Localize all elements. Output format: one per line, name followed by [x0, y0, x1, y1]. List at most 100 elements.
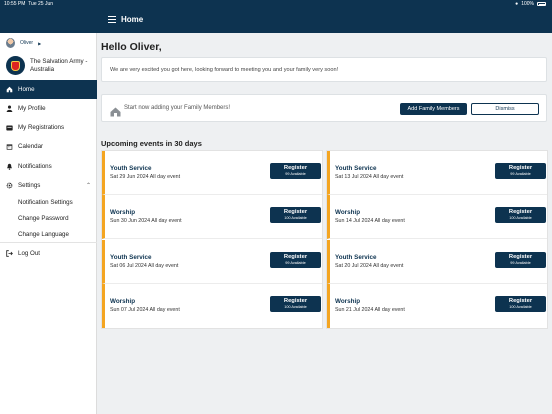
event-title: Worship	[110, 209, 136, 216]
organization: The Salvation Army - Australia	[6, 56, 87, 75]
sidebar-item-settings[interactable]: Settings ⌃	[0, 176, 97, 195]
sidebar-item-label: My Profile	[18, 105, 46, 112]
event-title: Youth Service	[110, 254, 152, 261]
logout-icon	[0, 250, 18, 257]
register-label: Register	[283, 254, 308, 260]
wifi-icon: ●	[515, 1, 519, 7]
org-name-line1: The Salvation Army -	[30, 57, 88, 65]
calendar-icon	[0, 143, 18, 150]
sidebar-item-my-registrations[interactable]: My Registrations	[0, 118, 97, 137]
upcoming-events-heading: Upcoming events in 30 days	[101, 139, 202, 148]
sidebar-item-notifications[interactable]: Notifications	[0, 157, 97, 176]
event-card[interactable]: Worship Sun 30 Jun 2024 All day event Re…	[102, 195, 322, 239]
event-date: Sat 13 Jul 2024 All day event	[335, 174, 404, 180]
register-button[interactable]: Register 99 Available	[495, 163, 546, 179]
event-date: Sun 14 Jul 2024 All day event	[335, 218, 405, 224]
chevron-up-icon: ⌃	[85, 183, 91, 189]
register-label: Register	[283, 209, 308, 215]
event-card[interactable]: Youth Service Sat 06 Jul 2024 All day ev…	[102, 240, 322, 284]
availability: 100 Available	[284, 304, 307, 309]
user-name: Oliver	[20, 40, 34, 46]
salvation-army-logo	[6, 56, 25, 75]
menu-icon[interactable]	[108, 16, 116, 23]
register-label: Register	[508, 165, 533, 171]
sidebar-item-label: Notifications	[18, 163, 52, 170]
event-card[interactable]: Worship Sun 07 Jul 2024 All day event Re…	[102, 284, 322, 328]
event-card[interactable]: Youth Service Sat 29 Jun 2024 All day ev…	[102, 151, 322, 195]
availability: 100 Available	[509, 304, 532, 309]
user-menu[interactable]: Oliver ▶	[6, 38, 41, 48]
sidebar: Oliver ▶ The Salvation Army - Australia …	[0, 33, 97, 414]
sidebar-divider	[0, 242, 97, 243]
family-members-banner: Start now adding your Family Members! Ad…	[101, 94, 547, 122]
register-button[interactable]: Register 100 Available	[495, 296, 546, 312]
battery-icon	[537, 2, 546, 6]
register-button[interactable]: Register 99 Available	[495, 252, 546, 268]
register-label: Register	[508, 209, 533, 215]
status-time: 10:55 PM Tue 25 Jun	[4, 1, 54, 7]
event-date: Sat 29 Jun 2024 All day event	[110, 174, 181, 180]
gear-icon	[0, 182, 18, 189]
sidebar-item-label: Log Out	[18, 250, 41, 257]
sidebar-item-calendar[interactable]: Calendar	[0, 137, 97, 156]
sidebar-item-label: My Registrations	[18, 124, 65, 131]
event-date: Sat 06 Jul 2024 All day event	[110, 263, 179, 269]
register-button[interactable]: Register 100 Available	[270, 207, 321, 223]
register-label: Register	[508, 298, 533, 304]
register-button[interactable]: Register 99 Available	[270, 252, 321, 268]
status-bar: 10:55 PM Tue 25 Jun ● 100%	[0, 0, 552, 8]
availability: 99 Available	[285, 171, 306, 176]
register-button[interactable]: Register 100 Available	[270, 296, 321, 312]
event-title: Youth Service	[335, 254, 377, 261]
event-title: Worship	[110, 298, 136, 305]
event-date: Sun 21 Jul 2024 All day event	[335, 307, 405, 313]
register-label: Register	[508, 254, 533, 260]
greeting-heading: Hello Oliver,	[101, 41, 162, 53]
event-card[interactable]: Worship Sun 21 Jul 2024 All day event Re…	[327, 284, 547, 328]
family-prompt: Start now adding your Family Members!	[124, 105, 231, 111]
sidebar-item-change-password[interactable]: Change Password	[18, 215, 69, 222]
events-column-right: Youth Service Sat 13 Jul 2024 All day ev…	[326, 150, 548, 329]
person-icon	[0, 105, 18, 112]
register-label: Register	[283, 298, 308, 304]
register-label: Register	[283, 165, 308, 171]
add-family-members-button[interactable]: Add Family Members	[400, 103, 467, 115]
event-card[interactable]: Worship Sun 14 Jul 2024 All day event Re…	[327, 195, 547, 239]
availability: 99 Available	[510, 260, 531, 265]
bell-icon	[0, 163, 18, 170]
ticket-icon	[0, 125, 18, 131]
top-app-bar: Home	[0, 8, 552, 33]
events-column-left: Youth Service Sat 29 Jun 2024 All day ev…	[101, 150, 323, 329]
welcome-message: We are very excited you got here, lookin…	[101, 57, 547, 82]
availability: 100 Available	[509, 215, 532, 220]
availability: 100 Available	[284, 215, 307, 220]
availability: 99 Available	[285, 260, 306, 265]
event-date: Sun 30 Jun 2024 All day event	[110, 218, 182, 224]
event-title: Worship	[335, 209, 361, 216]
battery-percent: 100%	[521, 1, 534, 7]
sidebar-item-change-language[interactable]: Change Language	[18, 231, 69, 238]
welcome-text: We are very excited you got here, lookin…	[110, 66, 339, 73]
house-icon	[110, 104, 121, 117]
avatar	[6, 38, 15, 48]
event-title: Youth Service	[335, 165, 377, 172]
home-icon	[0, 86, 18, 93]
sidebar-item-my-profile[interactable]: My Profile	[0, 99, 97, 118]
event-date: Sun 07 Jul 2024 All day event	[110, 307, 180, 313]
org-name-line2: Australia	[30, 65, 55, 73]
event-date: Sat 20 Jul 2024 All day event	[335, 263, 404, 269]
sidebar-item-label: Calendar	[18, 143, 44, 150]
event-title: Youth Service	[110, 165, 152, 172]
sidebar-item-home[interactable]: Home	[0, 80, 97, 99]
sidebar-item-label: Home	[18, 86, 35, 93]
event-card[interactable]: Youth Service Sat 20 Jul 2024 All day ev…	[327, 240, 547, 284]
register-button[interactable]: Register 99 Available	[270, 163, 321, 179]
register-button[interactable]: Register 100 Available	[495, 207, 546, 223]
availability: 99 Available	[510, 171, 531, 176]
sidebar-item-log-out[interactable]: Log Out	[0, 244, 97, 263]
sidebar-item-notification-settings[interactable]: Notification Settings	[18, 199, 73, 206]
event-card[interactable]: Youth Service Sat 13 Jul 2024 All day ev…	[327, 151, 547, 195]
dismiss-button[interactable]: Dismiss	[471, 103, 539, 115]
caret-right-icon: ▶	[38, 40, 42, 46]
sidebar-item-label: Settings	[18, 182, 41, 189]
